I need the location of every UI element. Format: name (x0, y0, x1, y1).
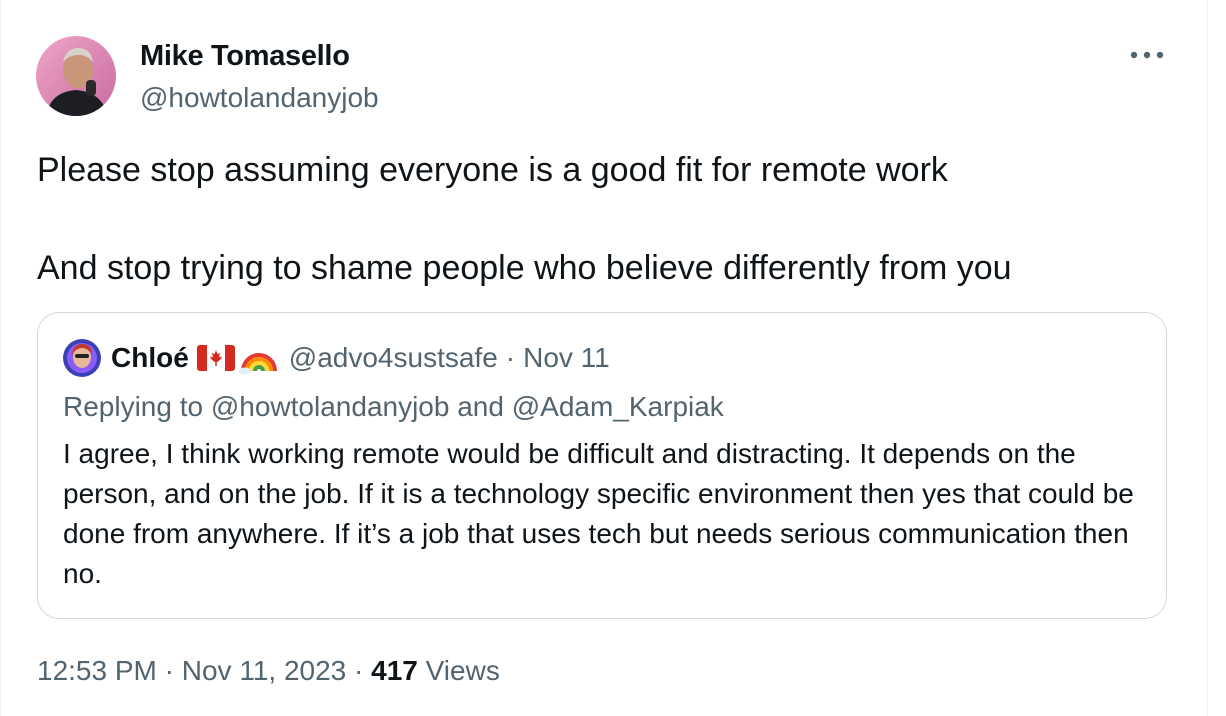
more-icon[interactable] (1127, 40, 1167, 70)
quoted-separator: · (505, 342, 516, 373)
quoted-handle[interactable]: @advo4sustsafe (289, 342, 498, 374)
tweet-text: Please stop assuming everyone is a good … (37, 146, 1177, 293)
views-label: Views (425, 655, 500, 686)
author-name[interactable]: Mike Tomasello (140, 40, 350, 73)
quoted-text: I agree, I think working remote would be… (63, 438, 1134, 589)
quoted-header: Chloé @advo4sustsafe · Nov 11 (111, 341, 610, 375)
quoted-date[interactable]: Nov 11 (523, 342, 610, 374)
tweet-line-2: And stop trying to shame people who beli… (37, 249, 1012, 287)
canada-flag-icon (196, 345, 235, 371)
views-count: 417 (371, 655, 418, 686)
quoted-name[interactable]: Chloé (111, 342, 189, 374)
tweet-line-1: Please stop assuming everyone is a good … (37, 151, 948, 189)
tweet-meta: 12:53 PM · Nov 11, 2023 · 417 Views (37, 655, 500, 687)
quoted-tweet[interactable]: Chloé @advo4sustsafe · Nov 11 Replying t… (37, 312, 1167, 619)
quoted-avatar[interactable] (63, 339, 101, 377)
meta-separator-2: · (354, 655, 364, 686)
meta-separator-1: · (164, 655, 174, 686)
rainbow-icon (238, 341, 277, 375)
author-handle[interactable]: @howtolandanyjob (140, 82, 379, 114)
replying-to: Replying to @howtolandanyjob and @Adam_K… (63, 391, 724, 422)
tweet-date[interactable]: Nov 11, 2023 (182, 655, 347, 686)
tweet-card: Mike Tomasello @howtolandanyjob Please s… (0, 0, 1208, 716)
author-avatar[interactable] (36, 36, 116, 116)
tweet-time[interactable]: 12:53 PM (37, 655, 157, 686)
